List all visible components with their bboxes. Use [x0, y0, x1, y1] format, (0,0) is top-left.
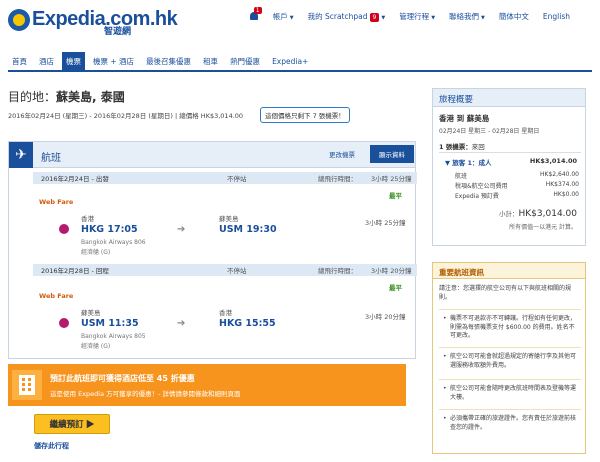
arrow-right-icon: ➔ — [177, 318, 186, 329]
bangkok-airways-logo-icon — [59, 318, 69, 328]
web-fare-label: Web Fare — [39, 292, 74, 300]
chevron-down-icon: ▼ — [381, 14, 386, 21]
rules-title: 重要航班資訊 — [433, 263, 585, 279]
show-details-button[interactable]: 顯示資料 — [370, 145, 414, 163]
nav-home[interactable]: 首頁 — [8, 52, 31, 70]
web-fare-label: Web Fare — [39, 198, 74, 206]
flight-rules-panel: 重要航班資訊 請注意：您選擇的航空公司有以下與航班相關的規則。 機票不可退款亦不… — [432, 262, 586, 454]
rule-item: 必須攜帶正確的旅遊證件。您有責任於旅遊前核查您的證件。 — [443, 415, 577, 432]
arrival-time: USM 19:30 — [219, 224, 277, 235]
hotel-building-icon — [12, 370, 42, 400]
departure-time: USM 11:35 — [81, 318, 139, 329]
rule-item: 航空公司可能會隨時更改航班時間表及登機等運大樓。 — [443, 385, 577, 402]
price-row-flight: 航班 HK$2,640.00 — [455, 171, 579, 180]
trip-summary-panel: 旅程概要 香港 到 蘇美島 02月24日 星期三 - 02月28日 星期日 1 … — [432, 88, 586, 246]
subtotal: 小計：HK$3,014.00 — [499, 209, 577, 219]
rule-item: 航空公司可能會就超過規定的寄艙行李及其他可選服務收取額外費用。 — [443, 353, 577, 370]
currency-note: 所有價值一以港元 計算。 — [509, 224, 577, 231]
chevron-down-icon: ▼ — [431, 14, 436, 21]
bangkok-airways-logo-icon — [59, 224, 69, 234]
continue-booking-button[interactable]: 繼續預訂 ▶ — [34, 414, 110, 434]
main-nav: 首頁 酒店 機票 機票 + 酒店 最後召集優惠 租車 熱門優惠 Expedia+ — [8, 52, 592, 72]
price-row-taxes: 稅項&航空公司費用 HK$374.00 — [455, 181, 579, 190]
manage-trips-menu[interactable]: 管理行程 ▼ — [399, 11, 435, 22]
trip-route: 香港 到 蘇美島 — [439, 114, 490, 123]
nav-car-rental[interactable]: 租車 — [199, 52, 222, 70]
top-links: 1 帳戶 ▼ 我的 Scratchpad 9 ▼ 管理行程 ▼ 聯絡我們 ▼ 簡体中文 E… — [249, 7, 570, 22]
language-simplified-link[interactable]: 簡体中文 — [499, 11, 529, 22]
arrow-right-icon: ➔ — [177, 224, 186, 235]
expedia-logo[interactable]: Expedia.com.hk — [8, 8, 178, 31]
return-header: 2016年2月28日 - 回程 不停站 總飛行時間： 3小時 20分鐘 — [33, 264, 417, 276]
flight-panel-title: 航班 — [41, 153, 61, 164]
nav-hotels[interactable]: 酒店 — [35, 52, 58, 70]
chevron-down-icon: ▼ — [481, 14, 485, 21]
cheapest-badge: 最平 — [389, 284, 402, 292]
cheapest-badge: 最平 — [389, 192, 402, 200]
nav-flight-hotel[interactable]: 機票 + 酒店 — [89, 52, 138, 70]
save-trip-link[interactable]: 儲存此行程 — [34, 441, 69, 451]
notification-bell-icon[interactable]: 1 — [249, 7, 262, 22]
hotel-offer-title: 預訂此航班即可獲得酒店低至 45 折優惠 — [50, 374, 195, 383]
nav-last-minute[interactable]: 最後召集優惠 — [142, 52, 195, 70]
arrival-time: HKG 15:55 — [219, 318, 276, 329]
outbound-header: 2016年2月24日 - 出發 不停站 總飛行時間： 3小時 25分鐘 — [33, 172, 417, 184]
hotel-offer-banner[interactable]: 預訂此航班即可獲得酒店低至 45 折優惠 這是使用 Expedia 方可獲享的優… — [8, 364, 406, 406]
trip-summary-title: 旅程概要 — [433, 89, 585, 107]
logo-icon — [8, 8, 30, 31]
flight-panel-header: ✈ 航班 更改機票 顯示資料 — [9, 142, 415, 168]
trip-summary-dates: 02月24日 星期三 - 02月28日 星期日 — [439, 128, 540, 135]
scratchpad-link[interactable]: 我的 Scratchpad 9 ▼ — [308, 11, 386, 22]
nav-flights[interactable]: 機票 — [62, 52, 85, 70]
flight-duration: 3小時 20分鐘 — [365, 313, 406, 321]
traveler-total: HK$3,014.00 — [529, 157, 577, 165]
ticket-count: 1 張機票：來回 — [439, 143, 485, 151]
price-row-booking-fee: Expedia 預訂費 HK$0.00 — [455, 191, 579, 200]
contact-menu[interactable]: 聯絡我們 ▼ — [449, 11, 485, 22]
hotel-offer-subtitle: 這是使用 Expedia 方可獲享的優惠！- 詳情請參閱條款和細則頁面 — [50, 390, 241, 398]
flight-panel: ✈ 航班 更改機票 顯示資料 2016年2月24日 - 出發 不停站 總飛行時間… — [8, 141, 417, 359]
chevron-down-icon: ▼ — [289, 14, 294, 21]
traveler-toggle[interactable]: ▼ 旅客 1：成人 — [445, 157, 492, 167]
nav-deals[interactable]: 熱門優惠 — [226, 52, 264, 70]
airline-name: Bangkok Airways 806 — [81, 239, 146, 246]
nav-expedia-plus[interactable]: Expedia+ — [268, 52, 312, 70]
airplane-icon: ✈ — [9, 142, 33, 168]
change-flight-link[interactable]: 更改機票 — [329, 149, 355, 159]
destination-heading: 目的地：蘇美島, 泰國 — [8, 90, 125, 104]
trip-dates: 2016年02月24日 (星期三) - 2016年02月28日 (星期日) | … — [8, 112, 244, 120]
cabin-class: 經濟艙 (G) — [81, 343, 111, 350]
flight-duration: 3小時 25分鐘 — [365, 219, 406, 227]
seats-left-alert: 這個價格只剩下 7 張機票！ — [260, 107, 350, 123]
language-english-link[interactable]: English — [543, 12, 570, 21]
header: Expedia.com.hk 智遊網 1 帳戶 ▼ 我的 Scratchpad 9 ▼… — [0, 0, 600, 44]
scratchpad-badge: 9 — [369, 12, 380, 22]
divider — [439, 152, 581, 153]
rule-item: 機票不可退款亦不可轉讓。行程如有任何更改，則需為每張機票支付 $600.00 的… — [443, 315, 577, 341]
account-menu[interactable]: 帳戶 ▼ — [273, 11, 294, 22]
rules-intro: 請注意：您選擇的航空公司有以下與航班相關的規則。 — [439, 285, 572, 301]
notification-badge: 1 — [253, 7, 262, 14]
cabin-class: 經濟艙 (G) — [81, 249, 111, 256]
logo-subtitle: 智遊網 — [104, 27, 132, 37]
departure-time: HKG 17:05 — [81, 224, 138, 235]
airline-name: Bangkok Airways 805 — [81, 333, 146, 340]
